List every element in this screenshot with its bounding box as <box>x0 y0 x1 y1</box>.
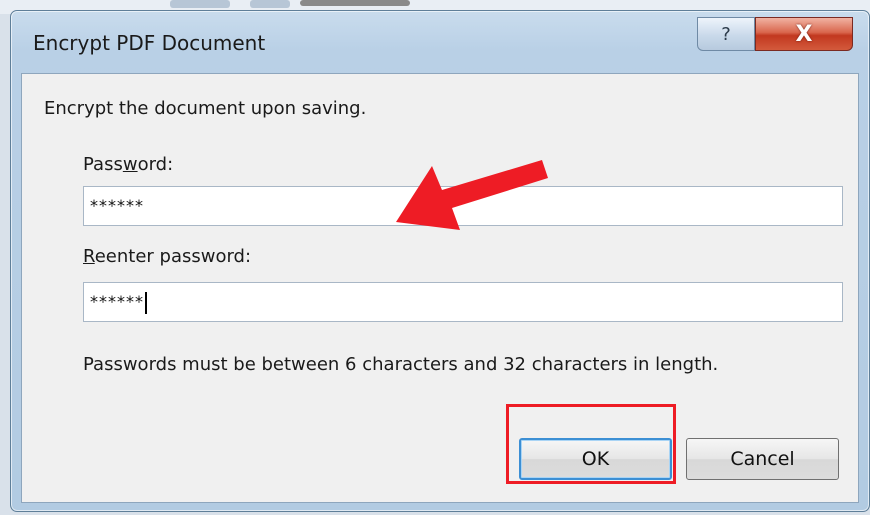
dialog-body: Encrypt the document upon saving. Passwo… <box>21 73 859 503</box>
password-length-note: Passwords must be between 6 characters a… <box>83 354 719 375</box>
reenter-password-value: ****** <box>90 292 144 311</box>
close-icon: X <box>795 21 813 47</box>
dialog-title: Encrypt PDF Document <box>33 31 266 55</box>
text-caret <box>145 291 147 314</box>
background-app-element <box>170 0 230 8</box>
reenter-password-label: Reenter password: <box>83 246 252 267</box>
password-value: ****** <box>90 196 144 215</box>
dialog-titlebar[interactable]: Encrypt PDF Document ? X <box>11 11 869 73</box>
reenter-password-input[interactable]: ****** <box>83 282 843 322</box>
background-app-element <box>300 0 410 6</box>
ok-highlight-annotation <box>506 404 676 484</box>
password-label: Password: <box>83 154 174 175</box>
arrow-icon <box>396 160 548 230</box>
help-icon: ? <box>721 23 731 45</box>
intro-text: Encrypt the document upon saving. <box>44 98 367 119</box>
help-button[interactable]: ? <box>697 17 755 51</box>
encrypt-pdf-dialog: Encrypt PDF Document ? X Encrypt the doc… <box>10 10 870 512</box>
cancel-button[interactable]: Cancel <box>686 438 839 480</box>
red-arrow-annotation <box>396 160 548 230</box>
background-app-element <box>250 0 290 8</box>
close-button[interactable]: X <box>755 17 853 51</box>
